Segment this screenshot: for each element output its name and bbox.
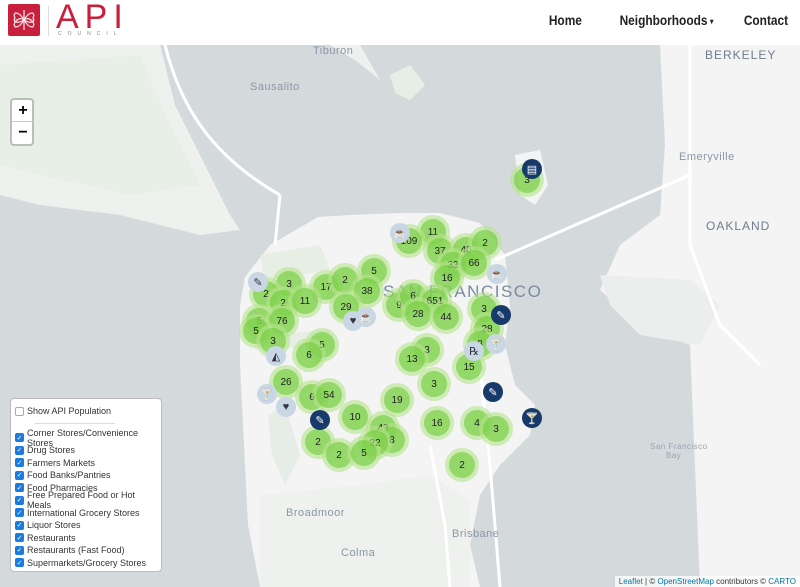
logo-subtext: COUNCIL	[58, 31, 123, 37]
carrot-icon[interactable]: ✎	[248, 272, 268, 292]
cluster-count: 13	[399, 346, 425, 372]
cluster-count: 19	[384, 387, 410, 413]
layer-label: Food Banks/Pantries	[27, 470, 111, 481]
place-label-brisbane: Brisbane	[452, 528, 500, 540]
layer-label: Restaurants	[27, 532, 76, 543]
place-label-tiburon: Tiburon	[313, 45, 354, 57]
carrot-icon[interactable]: ✎	[491, 305, 511, 325]
grocery-icon[interactable]: ▤	[522, 159, 542, 179]
caret-down-icon: ▾	[710, 16, 714, 26]
population-toggle[interactable]: Show API Population	[15, 405, 157, 418]
cluster-count: 3	[483, 416, 509, 442]
place-label-broadmoor: Broadmoor	[286, 507, 345, 519]
strawberry-icon[interactable]: ♥	[276, 397, 296, 417]
layer-label: Restaurants (Fast Food)	[27, 545, 125, 556]
checkbox-checked-icon[interactable]: ✓	[15, 445, 24, 455]
layer-toggle[interactable]: ✓ Food Banks/Pantries	[15, 469, 157, 482]
butterfly-logo-icon	[13, 10, 35, 30]
layer-label: Supermarkets/Grocery Stores	[27, 557, 147, 568]
nav-contact[interactable]: Contact	[744, 12, 788, 28]
cluster-count: 54	[316, 382, 342, 408]
cluster-count: 11	[292, 288, 318, 314]
layer-label: Farmers Markets	[27, 457, 96, 468]
layer-toggle[interactable]: ✓ Free Prepared Food or Hot Meals	[15, 490, 157, 510]
cluster-marker[interactable]: 2	[445, 448, 479, 482]
nav-home[interactable]: Home	[548, 12, 581, 28]
cluster-marker[interactable]: 5	[347, 436, 381, 470]
checkbox-checked-icon[interactable]: ✓	[15, 470, 24, 480]
checkbox-checked-icon[interactable]: ✓	[15, 520, 24, 530]
carrot-icon[interactable]: ✎	[483, 382, 503, 402]
cluster-marker[interactable]: 3	[417, 367, 451, 401]
nav-neighborhoods[interactable]: Neighborhoods ▾	[620, 12, 714, 28]
cluster-count: 44	[433, 304, 459, 330]
leaflet-link[interactable]: Leaflet	[619, 577, 643, 586]
hot-meal-icon[interactable]: ☕	[390, 223, 410, 243]
golden-gate-bridge	[273, 194, 282, 246]
checkbox-checked-icon[interactable]: ✓	[15, 483, 24, 493]
checkbox-checked-icon[interactable]: ✓	[15, 458, 24, 468]
layer-toggle[interactable]: ✓ Restaurants (Fast Food)	[15, 544, 157, 557]
checkbox-checked-icon[interactable]: ✓	[15, 495, 24, 505]
hot-meal-icon[interactable]: ☕	[356, 307, 376, 327]
cluster-marker[interactable]: 16	[420, 406, 454, 440]
pharmacy-icon[interactable]: ℞	[464, 341, 484, 361]
cluster-count: 66	[461, 250, 487, 276]
layer-control-panel: Show API Population ✓ Corner Stores/Conve…	[10, 398, 162, 572]
logo-divider	[48, 6, 49, 36]
place-label-sf-bay-2: Bay	[666, 451, 682, 460]
checkbox-checked-icon[interactable]: ✓	[15, 533, 24, 543]
osm-link[interactable]: OpenStreetMap	[657, 577, 713, 586]
carrot-icon[interactable]: ✎	[310, 410, 330, 430]
layer-label: Drug Stores	[27, 445, 76, 456]
logo-text: API	[56, 0, 129, 36]
checkbox-unchecked-icon[interactable]	[15, 406, 24, 416]
pizza-icon[interactable]: ◭	[266, 346, 286, 366]
checkbox-checked-icon[interactable]: ✓	[15, 558, 24, 568]
layer-toggle[interactable]: ✓ Supermarkets/Grocery Stores	[15, 557, 157, 570]
carto-link[interactable]: CARTO	[768, 577, 796, 586]
place-label-sf-bay: San Francisco	[650, 442, 708, 451]
cocktail-icon[interactable]: 🍸	[486, 334, 506, 354]
cluster-count: 6	[296, 342, 322, 368]
cluster-marker[interactable]: 3	[479, 412, 513, 446]
place-label-colma: Colma	[341, 547, 376, 559]
checkbox-checked-icon[interactable]: ✓	[15, 508, 24, 518]
cluster-count: 10	[342, 404, 368, 430]
cluster-count: 28	[405, 301, 431, 327]
zoom-in-button[interactable]: +	[12, 100, 34, 122]
main-nav: Home Neighborhoods ▾ Contact	[543, 12, 788, 28]
cluster-count: 16	[424, 410, 450, 436]
cluster-marker[interactable]: 6	[292, 338, 326, 372]
layer-toggle[interactable]: ✓ Corner Stores/Convenience Stores	[15, 428, 157, 448]
place-label-berkeley: BERKELEY	[705, 48, 777, 62]
layer-toggle[interactable]: ✓ Farmers Markets	[15, 457, 157, 470]
cluster-count: 2	[449, 452, 475, 478]
layer-toggle[interactable]: ✓ Restaurants	[15, 532, 157, 545]
cocktail-icon[interactable]: 🍸	[522, 408, 542, 428]
api-council-logo[interactable]	[8, 4, 40, 36]
checkbox-checked-icon[interactable]: ✓	[15, 433, 24, 443]
checkbox-checked-icon[interactable]: ✓	[15, 545, 24, 555]
hot-meal-icon[interactable]: ☕	[487, 264, 507, 284]
zoom-control: + −	[10, 98, 34, 146]
layer-divider	[35, 422, 115, 424]
cluster-count: 5	[351, 440, 377, 466]
site-header: API COUNCIL Home Neighborhoods ▾ Contact	[0, 0, 800, 45]
place-label-sausalito: Sausalito	[250, 81, 300, 93]
layer-label: Liquor Stores	[27, 520, 81, 531]
layer-toggle[interactable]: ✓ Liquor Stores	[15, 519, 157, 532]
layer-label: International Grocery Stores	[27, 507, 140, 518]
layer-toggle[interactable]: ✓ International Grocery Stores	[15, 507, 157, 520]
cluster-marker[interactable]: 44	[429, 300, 463, 334]
place-label-emeryville: Emeryville	[679, 151, 735, 163]
cluster-count: 3	[421, 371, 447, 397]
cocktail-icon[interactable]: 🍸	[257, 384, 277, 404]
angel-island	[390, 65, 425, 100]
map-attribution: Leaflet | © OpenStreetMap contributors ©…	[614, 576, 800, 587]
layer-list: ✓ Corner Stores/Convenience Stores ✓ Drug S…	[15, 428, 157, 570]
place-label-oakland: OAKLAND	[706, 219, 771, 233]
zoom-out-button[interactable]: −	[12, 122, 34, 144]
